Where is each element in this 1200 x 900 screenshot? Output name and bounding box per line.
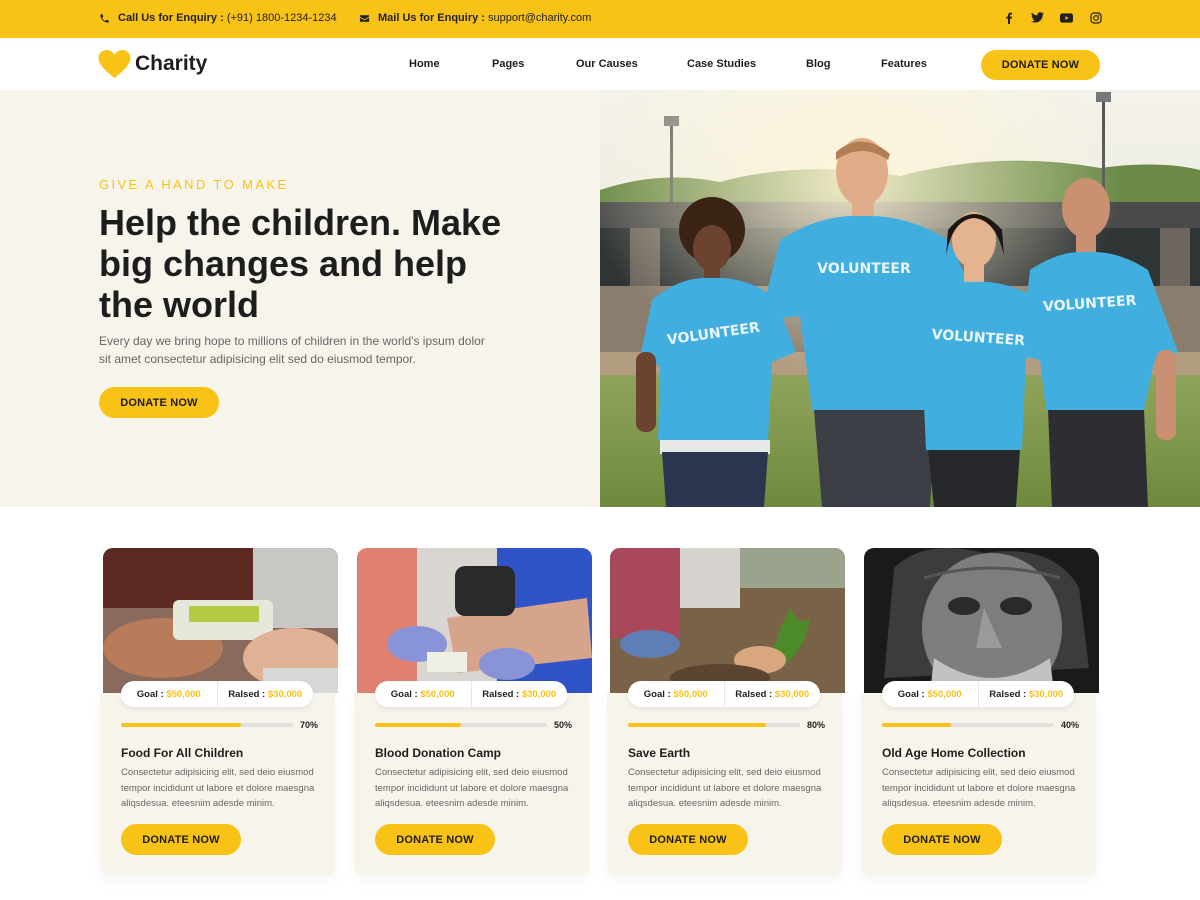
raised-label: Ralsed : [735, 688, 773, 700]
raised-amount: $30,000 [267, 688, 303, 700]
goal-raised-pill: Goal : $50,000 Ralsed : $30,000 [375, 681, 567, 707]
goal-label: Goal : [136, 688, 164, 700]
goal-amount: $50,000 [927, 688, 962, 700]
cause-donate-button[interactable]: DONATE NOW [121, 824, 241, 855]
nav-our-causes[interactable]: Our Causes [576, 58, 638, 70]
nav-blog[interactable]: Blog [806, 58, 830, 70]
goal-label: Goal : [897, 688, 925, 700]
raised-amount: $30,000 [521, 688, 557, 700]
progress-bar [628, 723, 800, 727]
raised-label: Ralsed : [482, 688, 520, 700]
raised-amount: $30,000 [774, 688, 810, 700]
progress-fill [628, 723, 766, 727]
phone-number[interactable]: (+91) 1800-1234-1234 [227, 12, 337, 24]
cause-description: Consectetur adipisicing elit, sed deio e… [882, 767, 1076, 809]
site-logo[interactable]: Charity [98, 50, 207, 78]
cause-donate-button[interactable]: DONATE NOW [882, 824, 1002, 855]
cause-description: Consectetur adipisicing elit, sed deio e… [375, 767, 569, 809]
phone-label: Call Us for Enquiry : [118, 12, 224, 24]
main-navbar: Charity Home Pages Our Causes Case Studi… [0, 38, 1200, 90]
cause-card: Goal : $50,000 Ralsed : $30,000 70% Food… [100, 548, 338, 876]
goal-raised-pill: Goal : $50,000 Ralsed : $30,000 [121, 681, 313, 707]
nav-features[interactable]: Features [881, 58, 927, 70]
goal-label: Goal : [643, 688, 671, 700]
mail-icon [359, 14, 370, 22]
nav-pages[interactable]: Pages [492, 58, 524, 70]
progress-bar [121, 723, 293, 727]
goal-raised-pill: Goal : $50,000 Ralsed : $30,000 [882, 681, 1074, 707]
progress-percent: 50% [554, 720, 573, 730]
mail-address[interactable]: support@charity.com [488, 12, 591, 24]
cause-title[interactable]: Save Earth [628, 746, 690, 760]
twitter-icon[interactable] [1031, 11, 1044, 24]
progress-percent: 70% [300, 720, 319, 730]
mail-label: Mail Us for Enquiry : [378, 12, 485, 24]
phone-contact[interactable]: Call Us for Enquiry : (+91) 1800-1234-12… [99, 12, 337, 24]
cause-card: Goal : $50,000 Ralsed : $30,000 80% Save… [607, 548, 845, 876]
hero-subtitle: Every day we bring hope to millions of c… [99, 334, 485, 366]
top-info-bar: Call Us for Enquiry : (+91) 1800-1234-12… [0, 0, 1200, 38]
planting-image [610, 548, 845, 693]
progress-fill [375, 723, 461, 727]
raised-amount: $30,000 [1028, 688, 1064, 700]
hero-text-panel: GIVE A HAND TO MAKE Help the children. M… [0, 90, 600, 507]
logo-text: Charity [135, 52, 208, 75]
hero-donate-button[interactable]: DONATE NOW [99, 387, 219, 418]
goal-label: Goal : [390, 688, 418, 700]
goal-amount: $50,000 [166, 688, 201, 700]
progress-fill [121, 723, 242, 727]
nav-home[interactable]: Home [409, 58, 440, 70]
youtube-icon[interactable] [1060, 11, 1073, 24]
hero-volunteers-image: VOLUNTEER VOLUNTEER VOLUNTEER VOLUNTEER [600, 90, 1200, 507]
raised-label: Ralsed : [228, 688, 266, 700]
goal-amount: $50,000 [420, 688, 455, 700]
progress-bar [375, 723, 547, 727]
cause-card: Goal : $50,000 Ralsed : $30,000 40% Old … [861, 548, 1099, 876]
phone-icon [100, 13, 109, 23]
hero-title: Help the children. Make big changes and … [99, 202, 502, 325]
cause-description: Consectetur adipisicing elit, sed deio e… [628, 767, 822, 809]
cause-title[interactable]: Blood Donation Camp [375, 746, 501, 760]
elderly-man-image [864, 548, 1099, 693]
progress-percent: 40% [1061, 720, 1080, 730]
mail-contact[interactable]: Mail Us for Enquiry : support@charity.co… [359, 12, 591, 24]
cause-description: Consectetur adipisicing elit, sed deio e… [121, 767, 315, 809]
blood-donation-image [357, 548, 592, 693]
goal-amount: $50,000 [673, 688, 708, 700]
raised-label: Ralsed : [989, 688, 1027, 700]
cause-title[interactable]: Old Age Home Collection [882, 746, 1026, 760]
progress-fill [882, 723, 951, 727]
social-links [1002, 11, 1102, 24]
cause-title[interactable]: Food For All Children [121, 746, 243, 760]
nav-case-studies[interactable]: Case Studies [687, 58, 756, 70]
nav-donate-button[interactable]: DONATE NOW [981, 50, 1100, 80]
shirt-text-2: VOLUNTEER [817, 261, 911, 277]
goal-raised-pill: Goal : $50,000 Ralsed : $30,000 [628, 681, 820, 707]
heart-logo-icon [98, 50, 131, 78]
progress-percent: 80% [807, 720, 826, 730]
facebook-icon[interactable] [1002, 11, 1015, 24]
cause-card: Goal : $50,000 Ralsed : $30,000 50% Bloo… [354, 548, 592, 876]
cause-donate-button[interactable]: DONATE NOW [375, 824, 495, 855]
hero-eyebrow: GIVE A HAND TO MAKE [99, 177, 289, 192]
progress-bar [882, 723, 1054, 727]
instagram-icon[interactable] [1089, 11, 1102, 24]
food-donation-image [103, 548, 338, 693]
cause-donate-button[interactable]: DONATE NOW [628, 824, 748, 855]
hero-section: GIVE A HAND TO MAKE Help the children. M… [0, 90, 1200, 507]
